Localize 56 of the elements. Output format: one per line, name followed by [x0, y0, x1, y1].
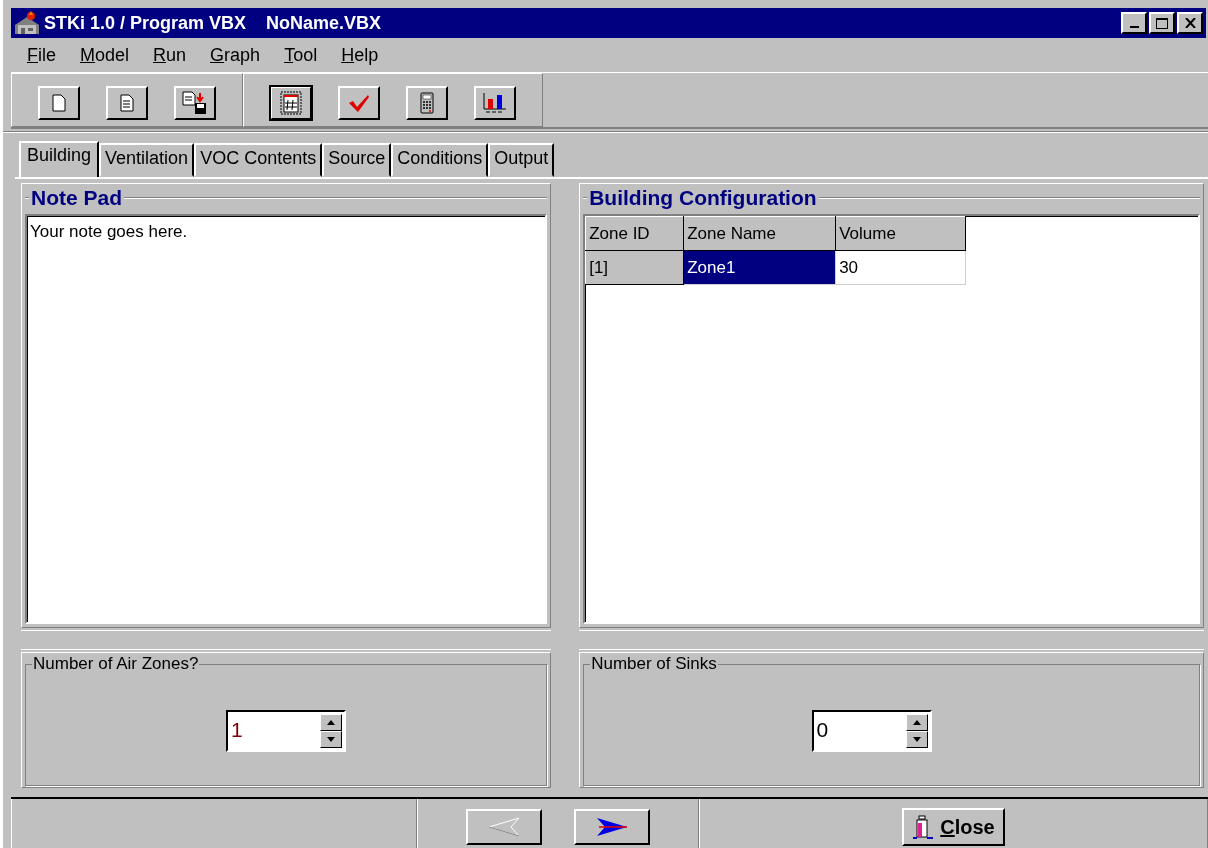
document-icon	[120, 94, 134, 112]
close-dialog-button[interactable]: Close	[902, 808, 1005, 846]
toolbar-button[interactable]	[406, 86, 448, 120]
bar-chart-icon	[482, 92, 508, 114]
menu-item[interactable]: Model	[68, 44, 142, 66]
new-file-icon	[52, 94, 66, 112]
tab[interactable]: VOC Contents	[194, 143, 323, 177]
spin-up-button[interactable]	[320, 714, 343, 731]
up-triangle-icon	[327, 720, 336, 725]
minimize-icon	[1129, 26, 1139, 28]
panel-title: Building Configuration	[588, 186, 818, 210]
column-header: Zone Name	[683, 216, 836, 251]
toolbar-button[interactable]	[338, 86, 380, 120]
toolbar-button[interactable]	[174, 86, 216, 120]
tab[interactable]: Output	[488, 143, 555, 177]
grid-icon	[280, 91, 302, 115]
save-icon	[182, 91, 208, 115]
spin-up-button[interactable]	[905, 714, 928, 731]
toolbar-button[interactable]	[474, 86, 516, 120]
check-icon	[347, 93, 371, 113]
panel-title: Note Pad	[30, 186, 123, 210]
toolbar-button[interactable]	[270, 86, 312, 120]
menu-item[interactable]: File	[15, 44, 68, 66]
note-text-area[interactable]: Your note goes here.	[25, 214, 548, 624]
tab[interactable]: Source	[322, 143, 392, 177]
menu-item[interactable]: Graph	[198, 44, 273, 66]
menu-item[interactable]: Tool	[272, 44, 330, 66]
spin-down-button[interactable]	[320, 731, 343, 748]
up-triangle-icon	[912, 720, 921, 725]
column-header: Zone ID	[585, 216, 684, 251]
house-icon	[14, 11, 40, 35]
next-button[interactable]	[574, 809, 650, 845]
column-header: Volume	[835, 216, 966, 251]
down-triangle-icon	[912, 737, 921, 742]
door-icon	[912, 815, 935, 839]
tab[interactable]: Conditions	[391, 143, 489, 177]
table-cell[interactable]: Zone1	[683, 250, 836, 285]
window-title: STKi 1.0 / Program VBX NoName.VBX	[44, 12, 383, 34]
toolbar-button[interactable]	[106, 86, 148, 120]
minimize-button[interactable]	[1121, 12, 1147, 34]
number-spinner[interactable]: 0	[811, 710, 932, 752]
tab[interactable]: Ventilation	[99, 143, 195, 177]
toolbar-button[interactable]	[38, 86, 80, 120]
calculator-icon	[420, 92, 434, 114]
spin-down-button[interactable]	[905, 731, 928, 748]
menu-item[interactable]: Run	[141, 44, 199, 66]
close-button[interactable]	[1177, 12, 1203, 34]
down-triangle-icon	[327, 737, 336, 742]
close-icon	[1184, 18, 1196, 28]
row-header[interactable]: [1]	[585, 250, 684, 285]
maximize-icon	[1156, 17, 1168, 29]
number-spinner[interactable]: 1	[226, 710, 347, 752]
menu-item[interactable]: Help	[329, 44, 391, 66]
table-cell[interactable]: 30	[835, 250, 966, 285]
maximize-button[interactable]	[1149, 12, 1175, 34]
tab[interactable]: Building	[19, 141, 100, 177]
